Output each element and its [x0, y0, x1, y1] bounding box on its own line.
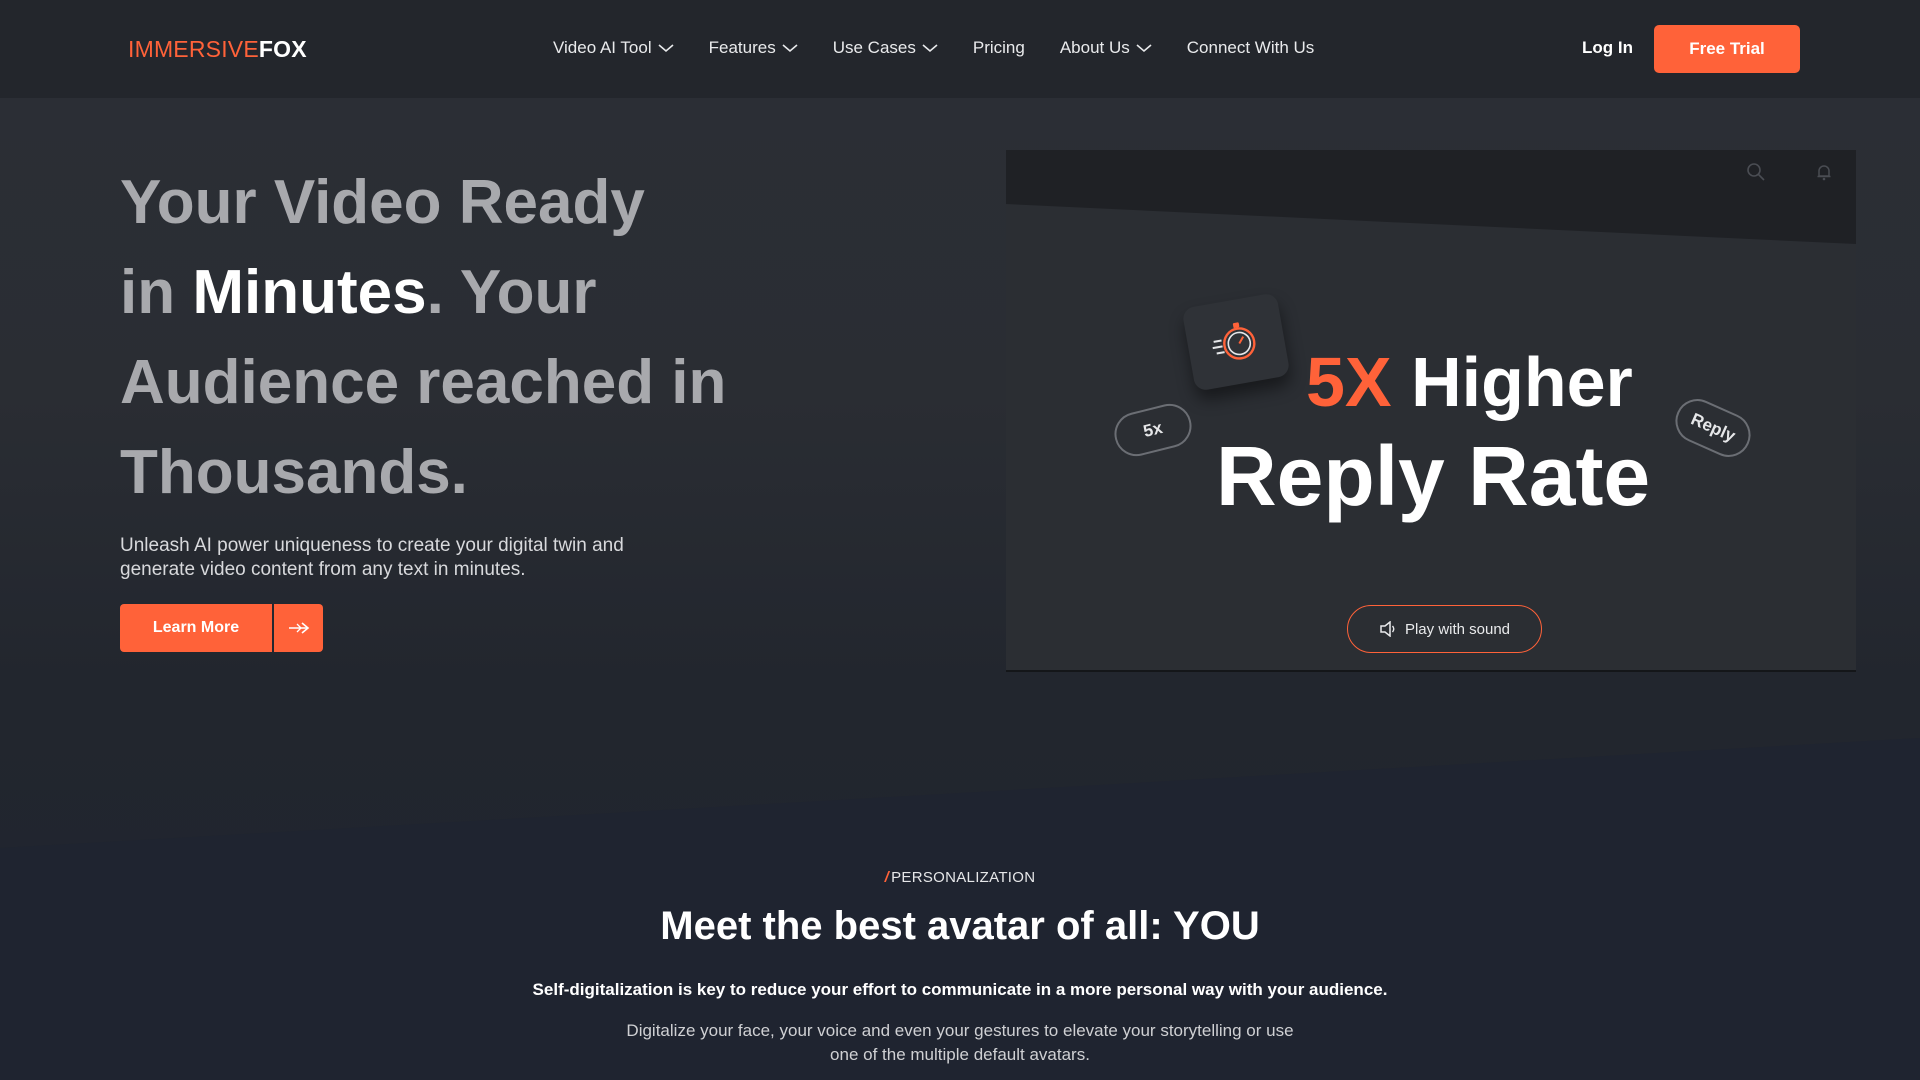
search-icon [1747, 163, 1765, 181]
menu-item-label: Video AI Tool [553, 38, 652, 57]
menu-item-about-us[interactable]: About Us [1060, 38, 1152, 58]
menu-item-features[interactable]: Features [709, 38, 798, 58]
menu-item-video-ai-tool[interactable]: Video AI Tool [553, 38, 674, 58]
chevron-down-icon [922, 44, 938, 53]
hero-subtitle: Unleash AI power uniqueness to create yo… [120, 535, 624, 580]
video-top-bar [1006, 150, 1856, 194]
promo-video-player[interactable]: 5x Reply 5X Higher Reply Rate Play with … [1006, 150, 1856, 672]
main-menu: Video AI Tool Features Use Cases Pricing… [553, 38, 1349, 58]
speaker-icon [1380, 621, 1395, 637]
stopwatch-icon [1212, 322, 1256, 360]
section-tag-label: PERSONALIZATION [891, 869, 1036, 886]
menu-item-label: Pricing [972, 38, 1025, 57]
video-title-rest: Higher [1391, 343, 1633, 421]
headline-line-1: Your Video Ready [120, 168, 645, 237]
headline-text: . Your [426, 258, 597, 327]
login-link[interactable]: Log In [1582, 38, 1633, 58]
video-header-slant [1006, 194, 1856, 244]
logo-text-fox: FOX [258, 36, 307, 62]
headline-highlight: Minutes [192, 258, 427, 327]
section-bold-line: Self-digitalization is key to reduce you… [532, 980, 1388, 999]
learn-more-button[interactable]: Learn More [120, 604, 272, 652]
learn-more-arrow-button[interactable] [274, 604, 323, 652]
five-x-pill: 5x [1109, 399, 1197, 461]
menu-item-use-cases[interactable]: Use Cases [833, 38, 938, 58]
brand-logo[interactable]: IMMERSIVEFOX [128, 36, 307, 63]
video-title-line-2: Reply Rate [1216, 429, 1651, 523]
section-description: Digitalize your face, your voice and eve… [626, 1021, 1294, 1064]
video-title-accent: 5X [1306, 343, 1392, 421]
chevron-down-icon [658, 44, 674, 53]
menu-item-label: Features [708, 38, 776, 57]
menu-item-connect-with-us[interactable]: Connect With Us [1187, 38, 1315, 58]
headline-text: in [120, 258, 193, 327]
video-title-line-1: 5X Higher [1306, 342, 1633, 422]
reply-pill: Reply [1668, 392, 1758, 464]
headline-line-3: Audience reached in [120, 348, 727, 417]
menu-item-pricing[interactable]: Pricing [973, 38, 1025, 58]
section-title: Meet the best avatar of all: YOU [660, 904, 1260, 948]
menu-item-label: Connect With Us [1186, 38, 1315, 57]
section-tag: / PERSONALIZATION [0, 869, 1920, 886]
hero-headline: Your Video Ready in Minutes. Your Audien… [120, 158, 800, 518]
menu-item-label: About Us [1059, 38, 1130, 57]
stopwatch-card [1181, 292, 1291, 392]
arrow-right-icon [288, 622, 309, 634]
top-navbar: IMMERSIVEFOX Video AI Tool Features Use … [0, 0, 1920, 98]
slash-accent-icon: / [884, 869, 890, 886]
free-trial-button[interactable]: Free Trial [1654, 25, 1800, 73]
bell-icon [1817, 165, 1831, 181]
play-with-sound-label: Play with sound [1404, 620, 1511, 638]
headline-line-4: Thousands. [120, 438, 468, 507]
headline-line-2: in Minutes. Your [120, 248, 800, 338]
logo-text-immersive: IMMERSIVE [128, 36, 259, 62]
chevron-down-icon [782, 44, 798, 53]
chevron-down-icon [1136, 44, 1152, 53]
menu-item-label: Use Cases [832, 38, 916, 57]
play-with-sound-button[interactable]: Play with sound [1347, 605, 1542, 653]
